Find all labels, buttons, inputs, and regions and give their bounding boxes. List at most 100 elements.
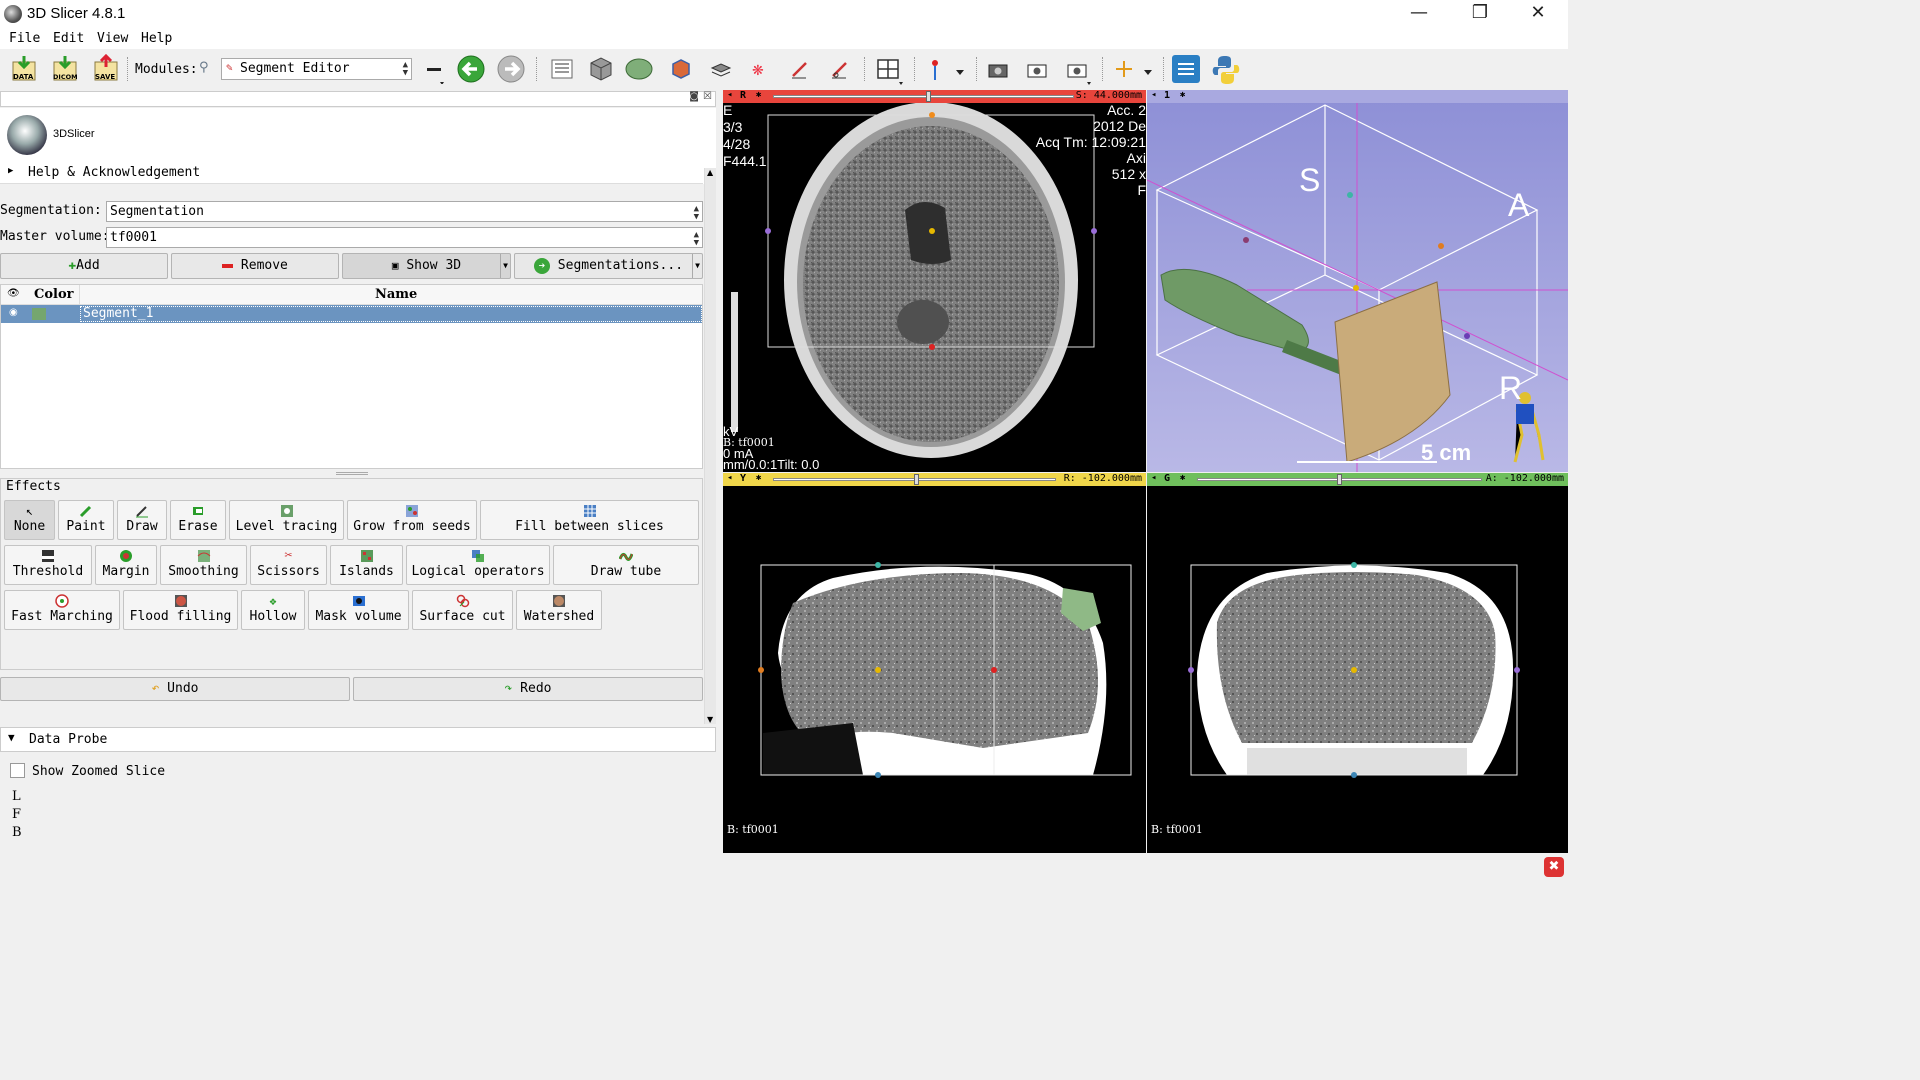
pin-icon[interactable]: ◂ (727, 473, 732, 483)
yellow-view-controller[interactable]: ◂ Y ✱ R: -102.000mm (723, 473, 1146, 486)
segment-module-button[interactable] (826, 54, 856, 84)
show-zoomed-slice-checkbox[interactable] (10, 763, 25, 778)
effect-none[interactable]: ↖ None (4, 500, 55, 540)
green-slider-knob[interactable] (1337, 474, 1342, 485)
3d-view-controller[interactable]: ◂ 1 ✱ (1147, 90, 1568, 103)
transforms-module-button[interactable] (666, 54, 696, 84)
segment-color-swatch[interactable] (32, 308, 46, 320)
float-panel-icon[interactable]: ◙ (689, 91, 699, 102)
back-button[interactable] (456, 54, 486, 84)
effect-flood-filling[interactable]: Flood filling (123, 590, 238, 630)
module-history-button[interactable] (422, 54, 452, 85)
markups-module-button[interactable] (706, 54, 736, 84)
effect-erase[interactable]: Erase (170, 500, 226, 540)
models-module-button[interactable] (624, 54, 654, 84)
load-dicom-button[interactable]: DICOM (51, 54, 81, 84)
volumes-module-button[interactable] (586, 54, 616, 84)
panel-scrollbar[interactable]: ▲ ▼ (704, 168, 716, 724)
forward-button[interactable] (496, 54, 526, 84)
pin-icon[interactable]: ◂ (1151, 90, 1156, 100)
splitter-handle[interactable] (336, 472, 368, 475)
green-view-controller[interactable]: ◂ G ✱ A: -102.000mm (1147, 473, 1568, 486)
extension-manager-button[interactable] (1171, 54, 1201, 84)
menu-view[interactable]: View (97, 31, 128, 46)
effect-watershed[interactable]: Watershed (516, 590, 602, 630)
yellow-slider-knob[interactable] (914, 474, 919, 485)
master-volume-selector[interactable]: tf0001 ▲ ▼ (106, 227, 703, 248)
view-settings-icon[interactable]: ✱ (1180, 473, 1185, 483)
save-button[interactable]: SAVE (92, 53, 122, 84)
effect-draw-tube[interactable]: Draw tube (553, 545, 699, 585)
effect-grow-from-seeds[interactable]: Grow from seeds (347, 500, 477, 540)
red-slice-slider[interactable] (773, 95, 1074, 98)
scroll-down-icon[interactable]: ▼ (707, 715, 713, 724)
crosshair-button[interactable] (1110, 54, 1152, 84)
view-settings-icon[interactable]: ✱ (756, 473, 761, 483)
editor-module-button[interactable] (786, 54, 816, 84)
menu-file[interactable]: File (9, 31, 40, 46)
data-probe-header[interactable]: ▼ Data Probe (0, 727, 716, 752)
green-slice-view[interactable]: ◂ G ✱ A: -102.000mm B: tf0001 (1147, 473, 1568, 853)
scene-capture-button[interactable] (1063, 54, 1093, 85)
color-column-header[interactable]: Color (34, 287, 73, 302)
segment-name-cell[interactable] (80, 306, 702, 322)
red-slice-view[interactable]: ◂ R ✱ S: 44.000mm E 3/3 4/28 F444.1 Acc.… (723, 90, 1146, 472)
mouse-mode-button[interactable] (922, 54, 964, 84)
close-window-button[interactable]: ✕ (1515, 2, 1561, 26)
scene-view-button[interactable] (1023, 54, 1053, 84)
scroll-up-icon[interactable]: ▲ (707, 168, 713, 177)
error-log-icon[interactable]: ✖ (1544, 857, 1564, 877)
add-segment-button[interactable]: ✚Add (0, 253, 168, 279)
effect-scissors[interactable]: ✂ Scissors (250, 545, 327, 585)
effect-surface-cut[interactable]: Surface cut (412, 590, 513, 630)
module-selector[interactable]: ✎ Segment Editor ▲ ▼ (221, 58, 412, 80)
view-settings-icon[interactable]: ✱ (1180, 90, 1185, 100)
python-console-button[interactable] (1210, 54, 1240, 84)
maximize-button[interactable]: ❐ (1457, 2, 1503, 26)
redo-button[interactable]: ↷ Redo (353, 677, 703, 701)
eye-visible-icon[interactable]: ◉ (9, 307, 18, 318)
search-icon[interactable]: ⚲ (199, 60, 209, 75)
effect-logical-operators[interactable]: Logical operators (406, 545, 550, 585)
load-data-button[interactable]: DATA (10, 54, 40, 84)
surface-cut-icon (456, 594, 469, 608)
effect-level-tracing[interactable]: Level tracing (229, 500, 344, 540)
dropdown-arrow-icon[interactable]: ▼ (500, 254, 508, 278)
green-view-letter: G (1164, 473, 1171, 484)
pin-icon[interactable]: ◂ (727, 90, 732, 100)
close-panel-icon[interactable]: ☒ (703, 91, 712, 102)
undo-button[interactable]: ↶ Undo (0, 677, 350, 701)
effect-margin[interactable]: Margin (95, 545, 157, 585)
effect-threshold[interactable]: Threshold (4, 545, 92, 585)
dropdown-arrow-icon[interactable]: ▼ (692, 254, 700, 278)
effect-fast-marching[interactable]: Fast Marching (4, 590, 120, 630)
name-column-header[interactable]: Name (375, 287, 417, 302)
3d-view[interactable]: ◂ 1 ✱ S A R 5 cm (1147, 90, 1568, 472)
remove-segment-button[interactable]: Remove (171, 253, 339, 279)
screenshot-button[interactable] (984, 54, 1014, 84)
minimize-button[interactable]: — (1396, 2, 1442, 26)
effect-draw[interactable]: Draw (117, 500, 167, 540)
effect-mask-volume[interactable]: Mask volume (308, 590, 409, 630)
show-3d-button[interactable]: ▣ Show 3D ▼ (342, 253, 511, 279)
effect-paint[interactable]: Paint (58, 500, 114, 540)
effect-smoothing[interactable]: Smoothing (160, 545, 247, 585)
effect-fill-between-slices[interactable]: Fill between slices (480, 500, 699, 540)
segmentation-selector[interactable]: Segmentation ▲ ▼ (106, 201, 703, 222)
yellow-slice-view[interactable]: ◂ Y ✱ R: -102.000mm B: tf0001 (723, 473, 1146, 853)
effect-hollow[interactable]: ❖ Hollow (241, 590, 305, 630)
master-volume-value: tf0001 (110, 230, 157, 245)
effect-islands[interactable]: Islands (330, 545, 403, 585)
pin-icon[interactable]: ◂ (1151, 473, 1156, 483)
data-module-button[interactable] (548, 54, 578, 84)
table-row[interactable]: ◉ Segment_1 (1, 305, 702, 323)
help-section-header[interactable]: ▶ Help & Acknowledgement (0, 164, 703, 184)
red-slider-knob[interactable] (926, 91, 931, 102)
table-header: 👁 Color Name (1, 285, 702, 305)
layout-button[interactable] (874, 54, 904, 85)
segmentations-button[interactable]: ➔ Segmentations... ▼ (514, 253, 703, 279)
sparkle-module-button[interactable]: ❋ (746, 54, 776, 84)
menu-help[interactable]: Help (141, 31, 172, 46)
view-settings-icon[interactable]: ✱ (756, 90, 761, 100)
menu-edit[interactable]: Edit (53, 31, 84, 46)
